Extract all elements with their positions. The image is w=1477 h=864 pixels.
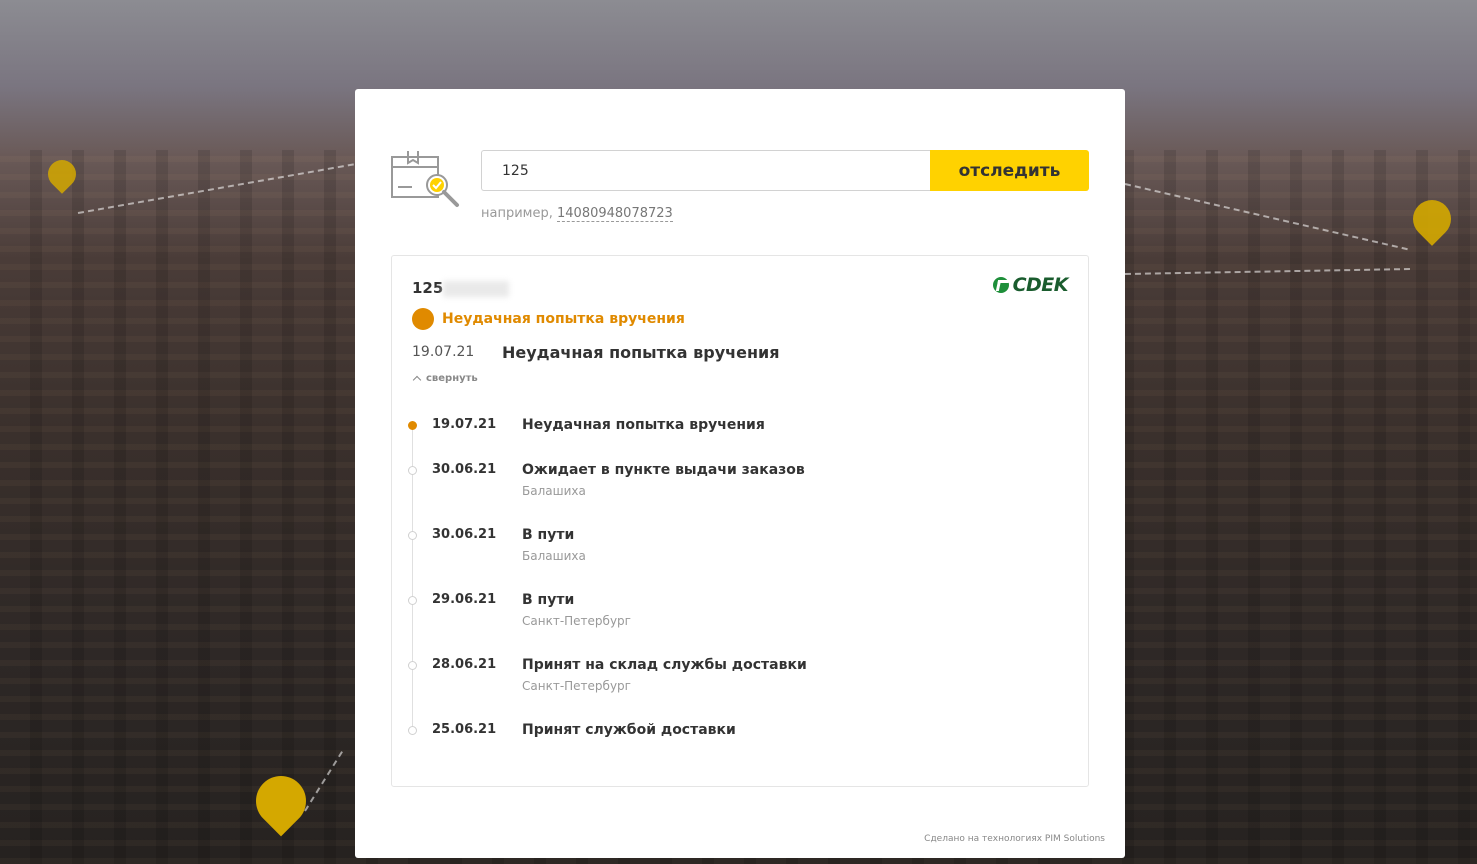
event-city: Балашиха — [522, 549, 586, 563]
timeline-dot-icon — [408, 661, 417, 670]
status-badge: Неудачная попытка вручения — [412, 308, 685, 330]
timeline-dot-icon — [408, 466, 417, 475]
timeline-dot-icon — [408, 596, 417, 605]
package-search-icon — [391, 151, 459, 207]
cdek-logo-icon — [992, 277, 1009, 293]
example-hint: например, 14080948078723 — [481, 206, 673, 222]
event-date: 29.06.21 — [432, 592, 497, 607]
timeline-dot-icon — [408, 726, 417, 735]
example-prefix: например, — [481, 206, 553, 221]
event-title: Принят службой доставки — [522, 722, 736, 738]
chevron-up-icon — [412, 375, 422, 385]
last-event-title: Неудачная попытка вручения — [502, 343, 780, 362]
tracking-result: 125 CDEK Неудачная попытка вручения 19.0… — [391, 255, 1089, 787]
last-event-date: 19.07.21 — [412, 344, 475, 360]
collapse-toggle[interactable]: свернуть — [412, 373, 478, 385]
event-title: В пути — [522, 592, 575, 608]
track-button[interactable]: отследить — [930, 150, 1089, 191]
event-city: Санкт-Петербург — [522, 614, 631, 628]
carrier-logo-text: CDEK — [1012, 274, 1069, 296]
event-city: Санкт-Петербург — [522, 679, 631, 693]
timeline-dot-icon — [408, 531, 417, 540]
result-track-number: 125 — [412, 279, 510, 297]
event-date: 28.06.21 — [432, 657, 497, 672]
event-date: 25.06.21 — [432, 722, 497, 737]
tracking-card: отследить например, 14080948078723 125 C… — [355, 89, 1125, 858]
status-dot-icon — [412, 308, 434, 330]
event-title: Ожидает в пункте выдачи заказов — [522, 462, 805, 478]
event-city: Балашиха — [522, 484, 586, 498]
event-date: 19.07.21 — [432, 417, 497, 432]
track-number-visible: 125 — [412, 279, 444, 297]
event-date: 30.06.21 — [432, 527, 497, 542]
collapse-label: свернуть — [426, 373, 478, 384]
carrier-logo: CDEK — [992, 274, 1069, 296]
event-title: Неудачная попытка вручения — [522, 417, 765, 433]
event-date: 30.06.21 — [432, 462, 497, 477]
event-title: Принят на склад службы доставки — [522, 657, 807, 673]
footer-credits: Сделано на технологиях PIM Solutions — [924, 834, 1105, 844]
track-number-blurred — [443, 280, 510, 297]
timeline-dot-icon — [408, 421, 417, 430]
status-text: Неудачная попытка вручения — [442, 311, 685, 327]
track-number-input[interactable] — [481, 150, 930, 191]
event-title: В пути — [522, 527, 575, 543]
example-number-link[interactable]: 14080948078723 — [557, 206, 673, 222]
